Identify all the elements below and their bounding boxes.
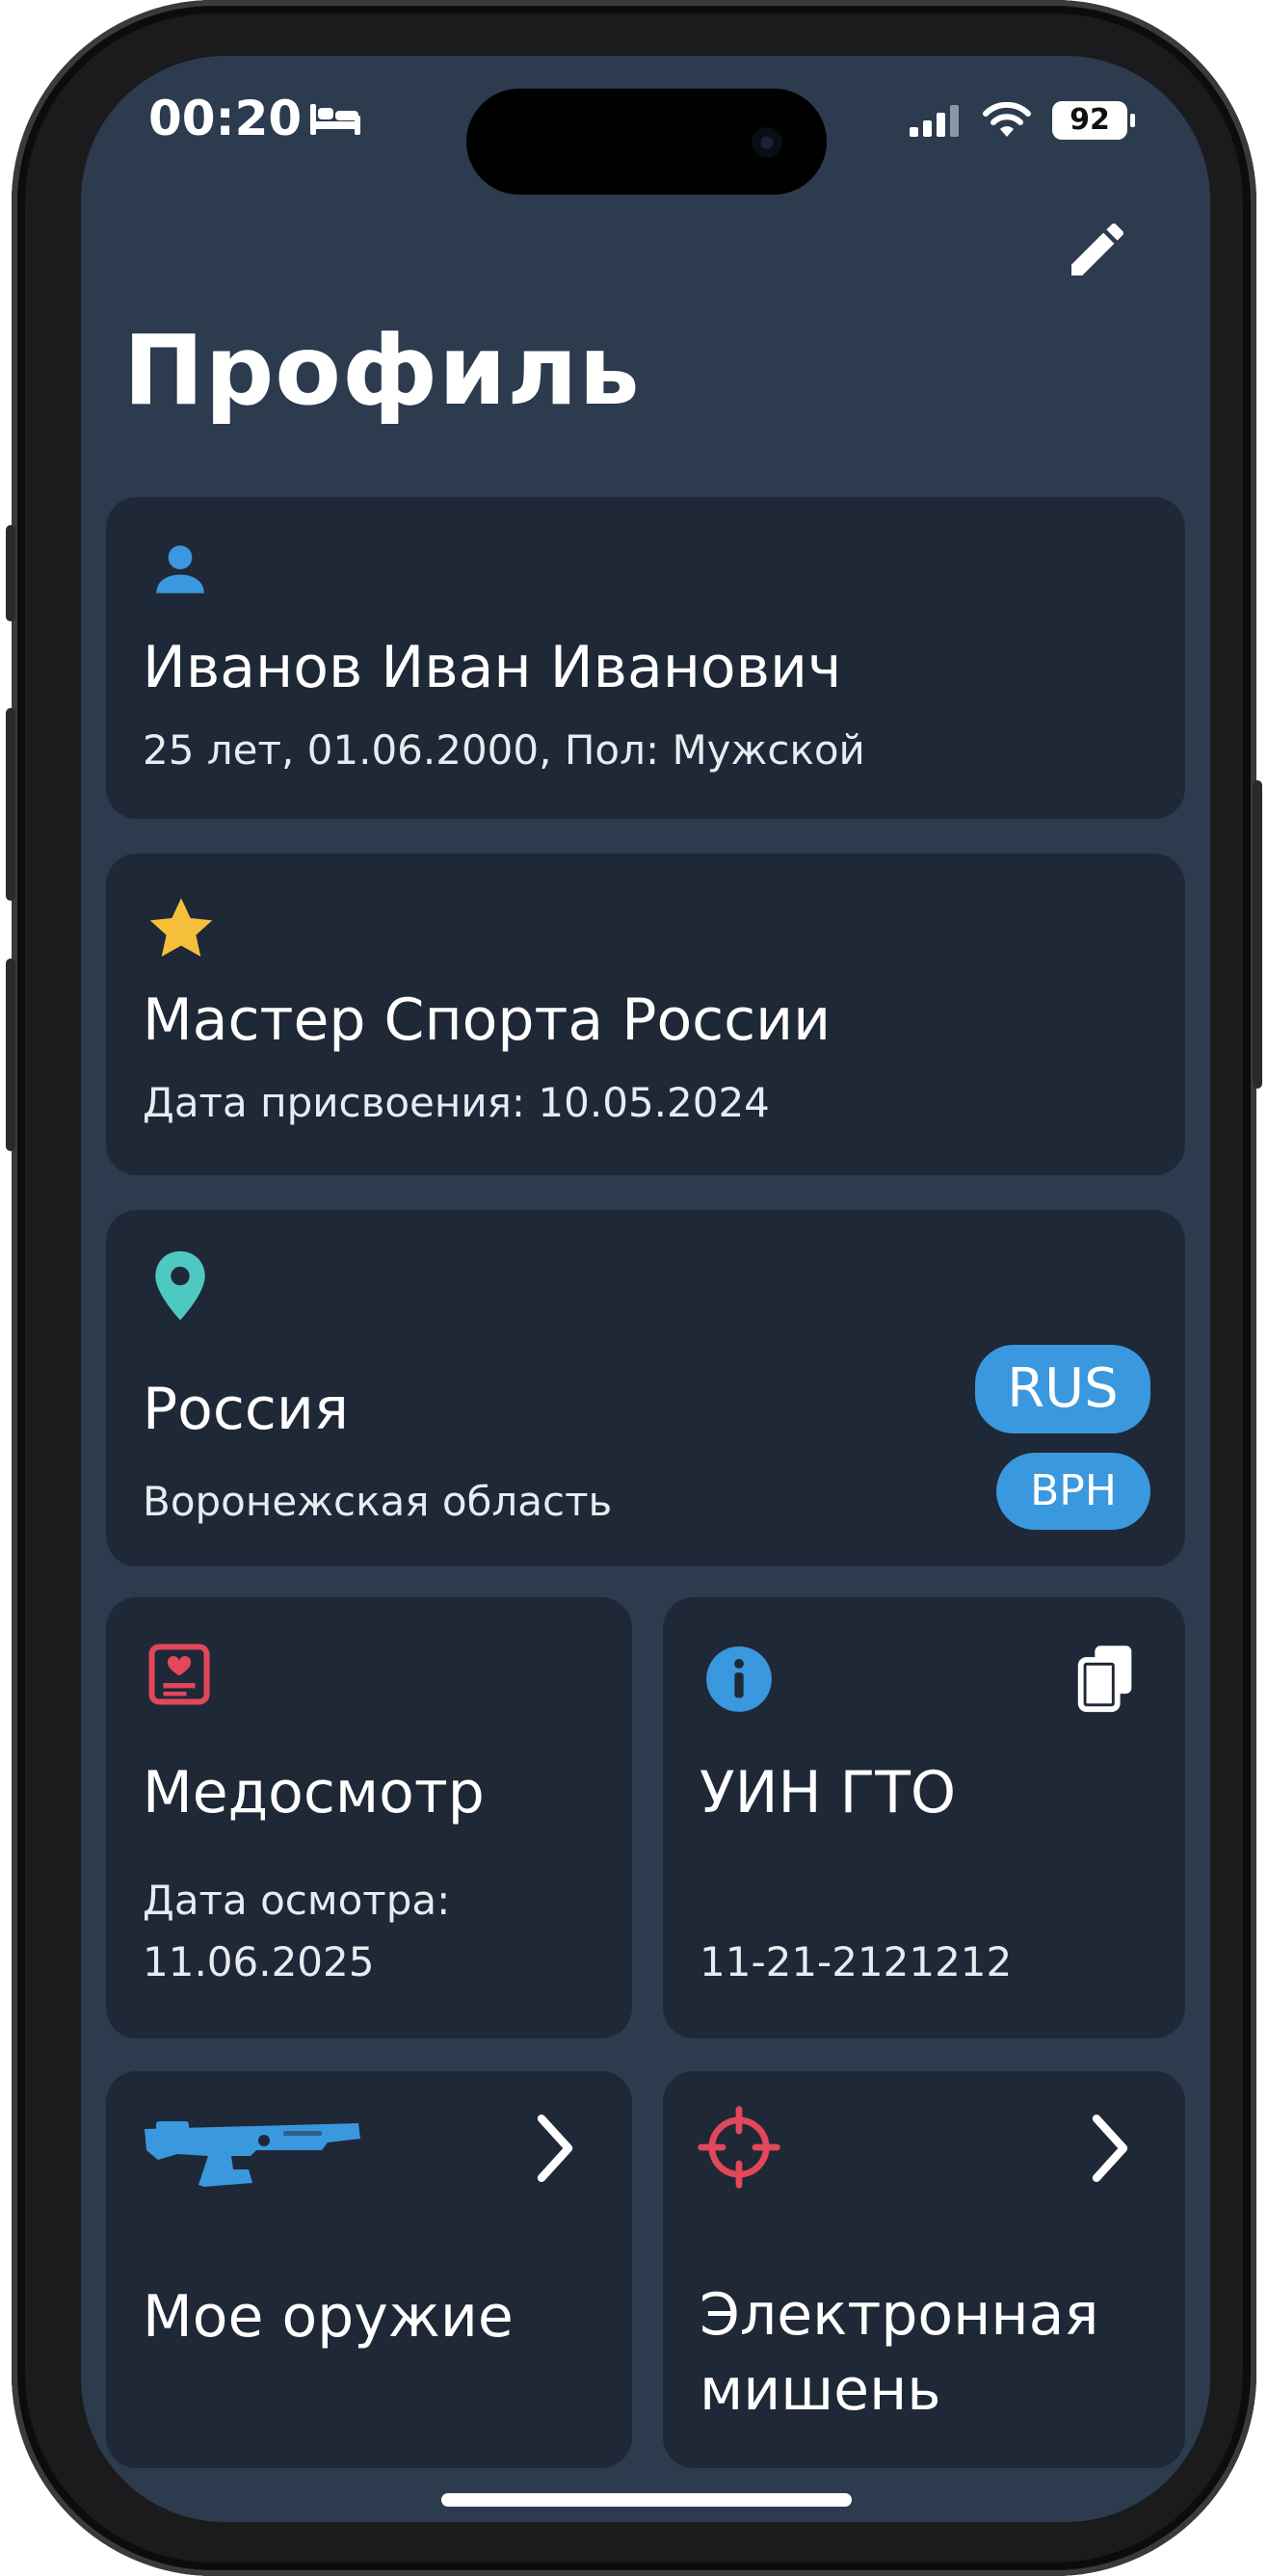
rank-date: Дата присвоения: 10.05.2024 — [143, 1079, 770, 1126]
action-button — [6, 525, 15, 621]
volume-up-button — [6, 708, 15, 901]
page-title: Профиль — [123, 314, 641, 427]
pencil-icon — [1071, 223, 1124, 276]
gto-number: 11-21-2121212 — [700, 1938, 1013, 1985]
region-name: Воронежская область — [143, 1478, 613, 1525]
profile-card[interactable]: Иванов Иван Иванович 25 лет, 01.06.2000,… — [106, 497, 1185, 819]
volume-down-button — [6, 959, 15, 1151]
edit-profile-button[interactable] — [1054, 206, 1141, 293]
medical-title: Медосмотр — [143, 1759, 485, 1827]
medical-card-icon — [148, 1643, 210, 1705]
profile-details: 25 лет, 01.06.2000, Пол: Мужской — [143, 726, 865, 774]
target-title-line1: Электронная — [700, 2281, 1099, 2349]
country-name: Россия — [143, 1376, 349, 1443]
phone-frame: 00:20 92 Профиль Иванов Иван Иванович 25… — [6, 0, 1262, 2576]
app-screen: 00:20 92 Профиль Иванов Иван Иванович 25… — [81, 56, 1210, 2522]
profile-name: Иванов Иван Иванович — [143, 634, 842, 701]
region-code-badge: ВРН — [996, 1453, 1150, 1530]
status-time: 00:20 — [148, 91, 303, 146]
gto-title: УИН ГТО — [700, 1759, 957, 1827]
chevron-right-icon — [1092, 2115, 1128, 2182]
status-indicators: 92 — [910, 96, 1135, 145]
target-title-line2: мишень — [700, 2356, 941, 2424]
copy-icon[interactable] — [1071, 1642, 1141, 1715]
weapons-title: Мое оружие — [143, 2283, 514, 2351]
chevron-right-icon — [537, 2115, 573, 2182]
camera-icon — [752, 127, 782, 158]
cellular-signal-icon — [910, 105, 959, 137]
person-icon — [156, 545, 204, 593]
medical-date-label: Дата осмотра: — [143, 1877, 451, 1924]
my-weapons-card[interactable]: Мое оружие — [106, 2071, 632, 2468]
sleep-bed-icon — [310, 104, 360, 135]
info-icon — [706, 1646, 772, 1712]
dynamic-island — [466, 89, 827, 195]
electronic-target-card[interactable]: Электронная мишень — [663, 2071, 1185, 2468]
gto-card[interactable]: УИН ГТО 11-21-2121212 — [663, 1597, 1185, 2038]
location-card[interactable]: Россия Воронежская область RUS ВРН — [106, 1210, 1185, 1566]
sport-rank-card[interactable]: Мастер Спорта России Дата присвоения: 10… — [106, 854, 1185, 1175]
home-indicator[interactable] — [441, 2493, 852, 2507]
battery-indicator: 92 — [1052, 101, 1135, 140]
pistol-icon — [145, 2121, 360, 2187]
power-button — [1253, 780, 1262, 1089]
medical-exam-card[interactable]: Медосмотр Дата осмотра: 11.06.2025 — [106, 1597, 632, 2038]
location-pin-icon — [155, 1250, 205, 1321]
crosshair-icon — [698, 2106, 780, 2189]
country-code-badge: RUS — [975, 1345, 1150, 1433]
rank-title: Мастер Спорта России — [143, 986, 832, 1054]
wifi-icon — [983, 102, 1031, 137]
star-icon — [149, 898, 213, 957]
medical-date: 11.06.2025 — [143, 1938, 375, 1985]
